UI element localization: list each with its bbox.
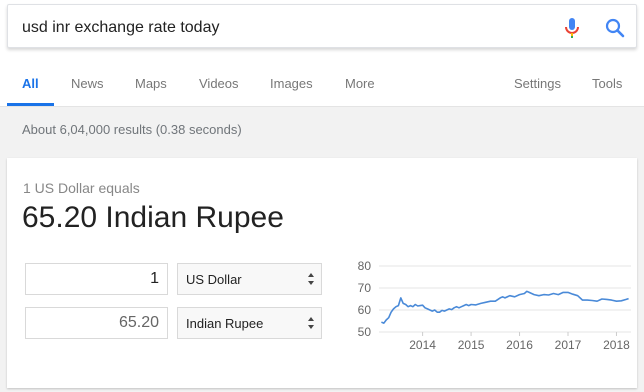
x-tick-label: 2015 <box>458 338 485 352</box>
tab-videos[interactable]: Videos <box>199 76 239 91</box>
y-tick-label: 60 <box>358 303 372 317</box>
tab-images[interactable]: Images <box>270 76 313 91</box>
results-stats: About 6,04,000 results (0.38 seconds) <box>22 122 242 137</box>
from-currency-select[interactable]: US Dollar <box>177 263 322 295</box>
currency-converter-card: 1 US Dollar equals 65.20 Indian Rupee 1 … <box>7 158 637 388</box>
x-tick-label: 2014 <box>409 338 436 352</box>
converter-result: 65.20 Indian Rupee <box>22 201 284 234</box>
from-amount-input[interactable]: 1 <box>25 263 168 295</box>
tab-tools[interactable]: Tools <box>592 76 622 91</box>
tab-news[interactable]: News <box>71 76 104 91</box>
y-tick-label: 80 <box>358 259 372 273</box>
y-tick-label: 50 <box>358 325 372 339</box>
microphone-icon[interactable] <box>561 16 583 40</box>
x-tick-label: 2018 <box>603 338 630 352</box>
converter-subtitle: 1 US Dollar equals <box>23 180 140 196</box>
header-area: usd inr exchange rate today All News Map… <box>0 0 644 107</box>
x-tick-label: 2016 <box>506 338 533 352</box>
tab-all[interactable]: All <box>22 76 39 91</box>
to-currency-label: Indian Rupee <box>186 316 264 331</box>
to-currency-select[interactable]: Indian Rupee <box>177 307 322 339</box>
search-icon[interactable] <box>604 17 626 39</box>
search-box[interactable]: usd inr exchange rate today <box>7 4 637 48</box>
tab-maps[interactable]: Maps <box>135 76 167 91</box>
active-tab-indicator <box>7 103 54 106</box>
to-amount-input[interactable]: 65.20 <box>25 307 168 339</box>
x-tick-label: 2017 <box>555 338 582 352</box>
y-tick-label: 70 <box>358 281 372 295</box>
tab-settings[interactable]: Settings <box>514 76 561 91</box>
exchange-rate-chart: 50 60 70 80 2014 2015 2016 2017 2018 <box>358 259 631 352</box>
series-line <box>381 290 629 324</box>
search-tabs: All News Maps Videos Images More Setting… <box>0 62 644 107</box>
select-arrows-icon <box>308 273 314 285</box>
tab-more[interactable]: More <box>345 76 375 91</box>
select-arrows-icon <box>308 317 314 329</box>
search-input[interactable]: usd inr exchange rate today <box>22 18 542 38</box>
from-currency-label: US Dollar <box>186 272 242 287</box>
